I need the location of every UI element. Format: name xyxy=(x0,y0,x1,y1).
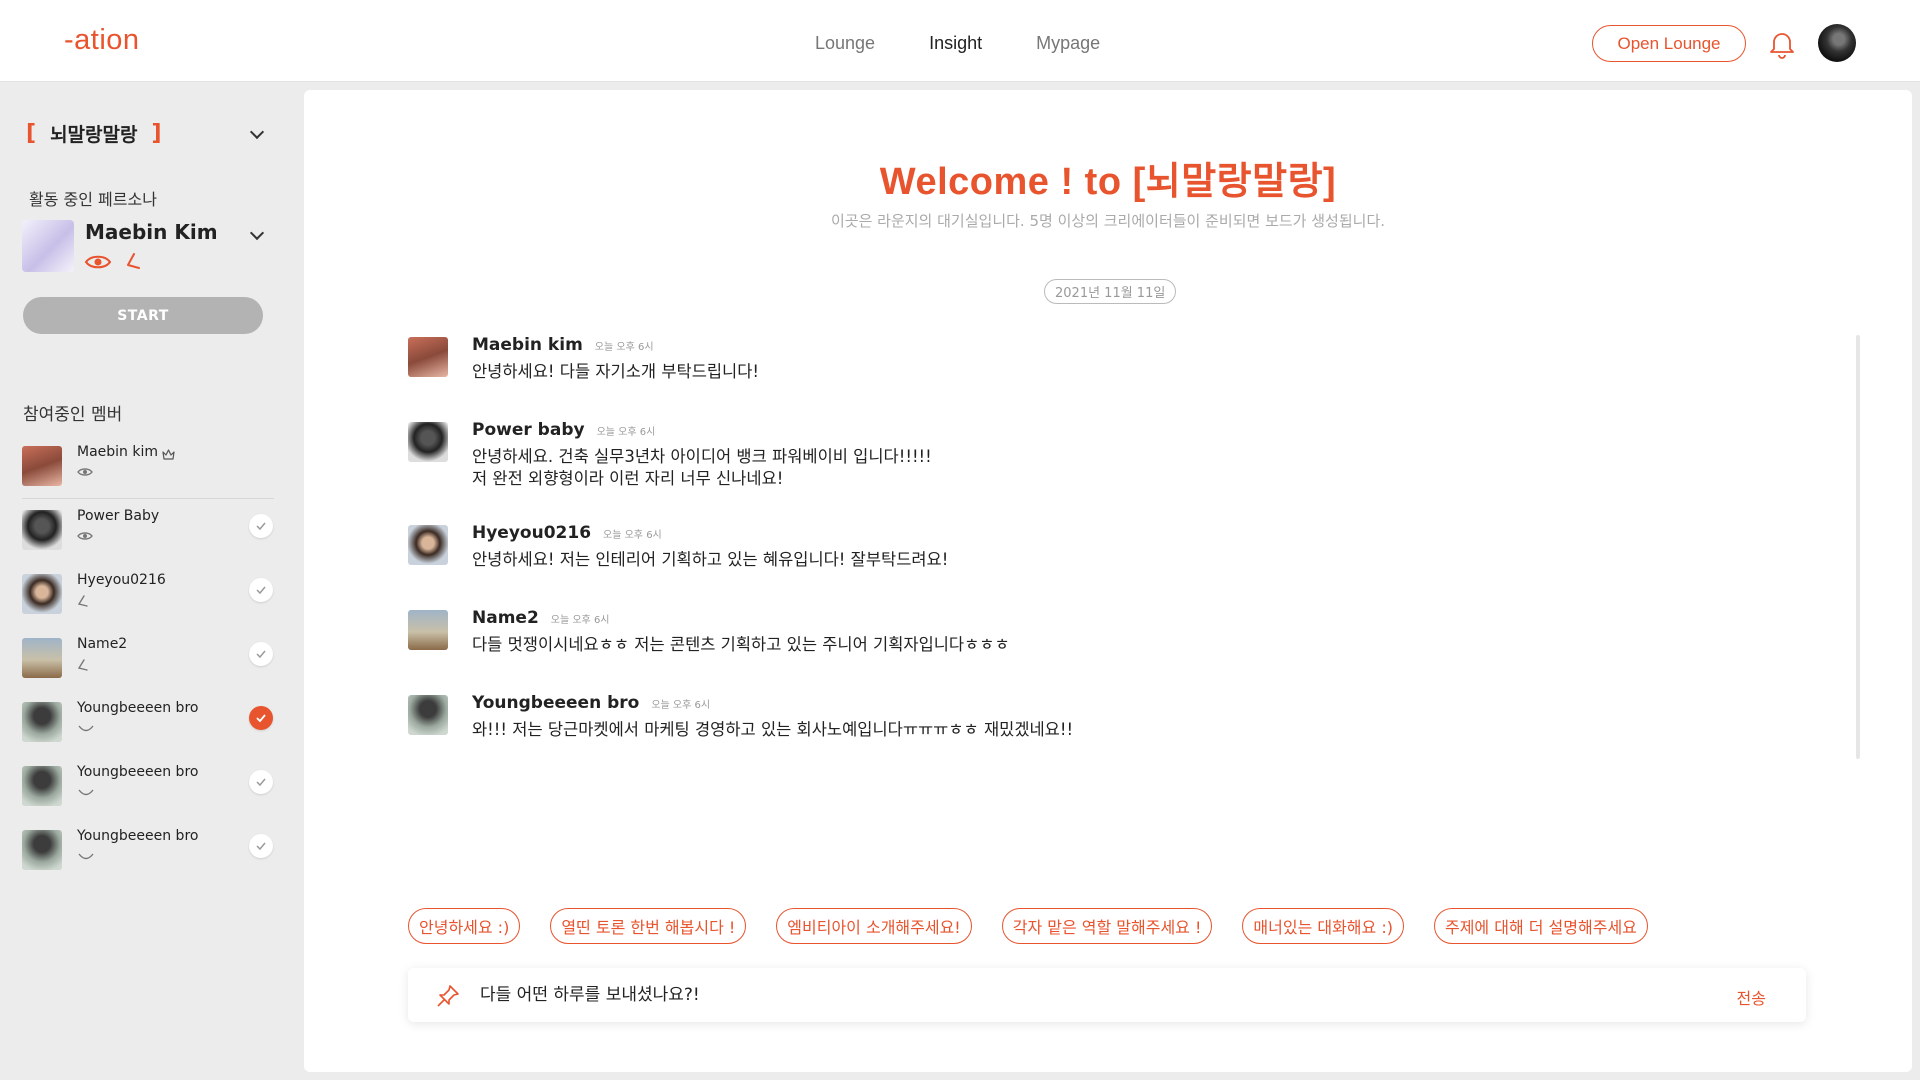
message-author: Power baby 오늘 오후 6시 xyxy=(472,420,656,440)
message-text: 와!!! 저는 당근마켓에서 마케팅 경영하고 있는 회사노예입니다ㅠㅠㅠㅎㅎ … xyxy=(472,720,1074,739)
member-avatar xyxy=(22,702,62,742)
message-time: 오늘 오후 6시 xyxy=(550,615,610,626)
message-author: Youngbeeeen bro 오늘 오후 6시 xyxy=(472,693,711,713)
message-avatar[interactable] xyxy=(408,695,448,735)
smile-icon xyxy=(78,789,94,796)
member-item[interactable]: Youngbeeeen bro xyxy=(22,696,274,748)
member-avatar xyxy=(22,446,62,486)
message-text: 안녕하세요! 다들 자기소개 부탁드립니다! xyxy=(472,362,760,381)
member-checkbox[interactable] xyxy=(249,770,273,794)
open-lounge-button[interactable]: Open Lounge xyxy=(1592,25,1746,62)
lightning-icon xyxy=(77,595,88,607)
message-author: Name2 오늘 오후 6시 xyxy=(472,608,610,628)
check-icon xyxy=(256,842,266,851)
member-avatar xyxy=(22,510,62,550)
eye-icon xyxy=(85,255,111,269)
persona-label: 활동 중인 페르소나 xyxy=(29,190,157,209)
member-item[interactable]: Power Baby xyxy=(22,504,274,556)
member-name: Youngbeeeen bro xyxy=(77,828,199,844)
message-author: Hyeyou0216 오늘 오후 6시 xyxy=(472,523,662,543)
crown-icon xyxy=(162,449,175,460)
member-item[interactable]: Youngbeeeen bro xyxy=(22,824,274,876)
message-author: Maebin kim 오늘 오후 6시 xyxy=(472,335,654,355)
message-text: 다들 멋쟁이시네요ㅎㅎ 저는 콘텐츠 기획하고 있는 주니어 기획자입니다ㅎㅎㅎ xyxy=(472,635,1010,654)
eye-icon xyxy=(77,468,93,476)
message-time: 오늘 오후 6시 xyxy=(651,700,711,711)
message-input-bar: 전송 xyxy=(408,968,1806,1022)
divider xyxy=(22,498,274,499)
bracket-right-icon: ] xyxy=(151,121,162,146)
persona-avatar xyxy=(22,220,74,272)
start-button[interactable]: START xyxy=(23,297,263,334)
main-nav: Lounge Insight Mypage xyxy=(815,33,1100,54)
date-badge: 2021년 11월 11일 xyxy=(1044,279,1177,304)
member-name: Hyeyou0216 xyxy=(77,572,166,588)
member-name: Youngbeeeen bro xyxy=(77,764,199,780)
message-text: 안녕하세요! 저는 인테리어 기획하고 있는 혜유입니다! 잘부탁드려요! xyxy=(472,550,949,569)
message-time: 오늘 오후 6시 xyxy=(594,342,654,353)
eye-icon xyxy=(77,532,93,540)
member-avatar xyxy=(22,830,62,870)
member-checkbox[interactable] xyxy=(249,642,273,666)
nav-lounge[interactable]: Lounge xyxy=(815,33,875,54)
check-icon xyxy=(256,778,266,787)
check-icon xyxy=(256,714,266,723)
lightning-icon xyxy=(77,659,88,671)
top-header: -ation Lounge Insight Mypage Open Lounge xyxy=(0,0,1920,82)
quick-reply-chip[interactable]: 주제에 대해 더 설명해주세요 xyxy=(1433,908,1648,944)
user-avatar[interactable] xyxy=(1818,24,1856,62)
member-checkbox[interactable] xyxy=(249,514,273,538)
message-time: 오늘 오후 6시 xyxy=(596,427,656,438)
room-name: 뇌말랑말랑 xyxy=(50,124,138,146)
member-checkbox[interactable] xyxy=(249,578,273,602)
member-checkbox[interactable] xyxy=(249,706,273,730)
lounge-panel: Welcome ! to [뇌말랑말랑] 이곳은 라운지의 대기실입니다. 5명… xyxy=(304,90,1912,1072)
smile-icon xyxy=(78,725,94,732)
member-avatar xyxy=(22,638,62,678)
message-text: 안녕하세요. 건축 실무3년차 아이디어 뱅크 파워베이비 입니다!!!!! 저 … xyxy=(472,447,932,488)
quick-reply-chip[interactable]: 열띤 토론 한번 해봅시다 ! xyxy=(550,908,747,944)
message-time: 오늘 오후 6시 xyxy=(603,530,662,541)
quick-reply-chip[interactable]: 엠비티아이 소개해주세요! xyxy=(776,908,972,944)
check-icon xyxy=(256,650,266,659)
check-icon xyxy=(256,522,266,531)
nav-mypage[interactable]: Mypage xyxy=(1036,33,1100,54)
persona-role-icons xyxy=(85,253,141,271)
member-item[interactable]: Maebin kim xyxy=(22,440,274,492)
member-avatar xyxy=(22,766,62,806)
room-selector[interactable]: [ 뇌말랑말랑 ] xyxy=(26,120,162,147)
member-name: Youngbeeeen bro xyxy=(77,700,199,716)
bracket-left-icon: [ xyxy=(26,121,37,146)
quick-reply-chip[interactable]: 각자 맡은 역할 말해주세요 ! xyxy=(1001,908,1213,944)
logo[interactable]: -ation xyxy=(64,24,140,57)
message-avatar[interactable] xyxy=(408,337,448,377)
welcome-title: Welcome ! to [뇌말랑말랑] xyxy=(879,161,1337,203)
member-checkbox[interactable] xyxy=(249,834,273,858)
message-avatar[interactable] xyxy=(408,610,448,650)
members-label: 참여중인 멤버 xyxy=(23,405,123,425)
member-item[interactable]: Hyeyou0216 xyxy=(22,568,274,620)
member-item[interactable]: Name2 xyxy=(22,632,274,684)
member-item[interactable]: Youngbeeeen bro xyxy=(22,760,274,812)
lightning-icon xyxy=(127,253,140,269)
quick-reply-chips: 안녕하세요 :) 열띤 토론 한번 해봅시다 ! 엠비티아이 소개해주세요! 각… xyxy=(408,908,1648,944)
message-avatar[interactable] xyxy=(408,422,448,462)
member-avatar xyxy=(22,574,62,614)
message-input[interactable] xyxy=(480,982,1680,1002)
chat-scrollbar[interactable] xyxy=(1856,335,1860,759)
member-name: Maebin kim xyxy=(77,444,159,460)
persona-name: Maebin Kim xyxy=(85,220,218,244)
pin-icon[interactable] xyxy=(436,984,460,1008)
welcome-subtitle: 이곳은 라운지의 대기실입니다. 5명 이상의 크리에이터들이 준비되면 보드가… xyxy=(830,212,1386,230)
smile-icon xyxy=(78,853,94,860)
message-avatar[interactable] xyxy=(408,525,448,565)
send-button[interactable]: 전송 xyxy=(1737,985,1766,1009)
check-icon xyxy=(256,586,266,595)
bell-icon[interactable] xyxy=(1768,29,1796,59)
quick-reply-chip[interactable]: 매너있는 대화해요 :) xyxy=(1242,908,1404,944)
nav-insight[interactable]: Insight xyxy=(929,33,982,54)
member-name: Power Baby xyxy=(77,508,160,524)
quick-reply-chip[interactable]: 안녕하세요 :) xyxy=(408,908,521,944)
member-name: Name2 xyxy=(77,636,128,652)
